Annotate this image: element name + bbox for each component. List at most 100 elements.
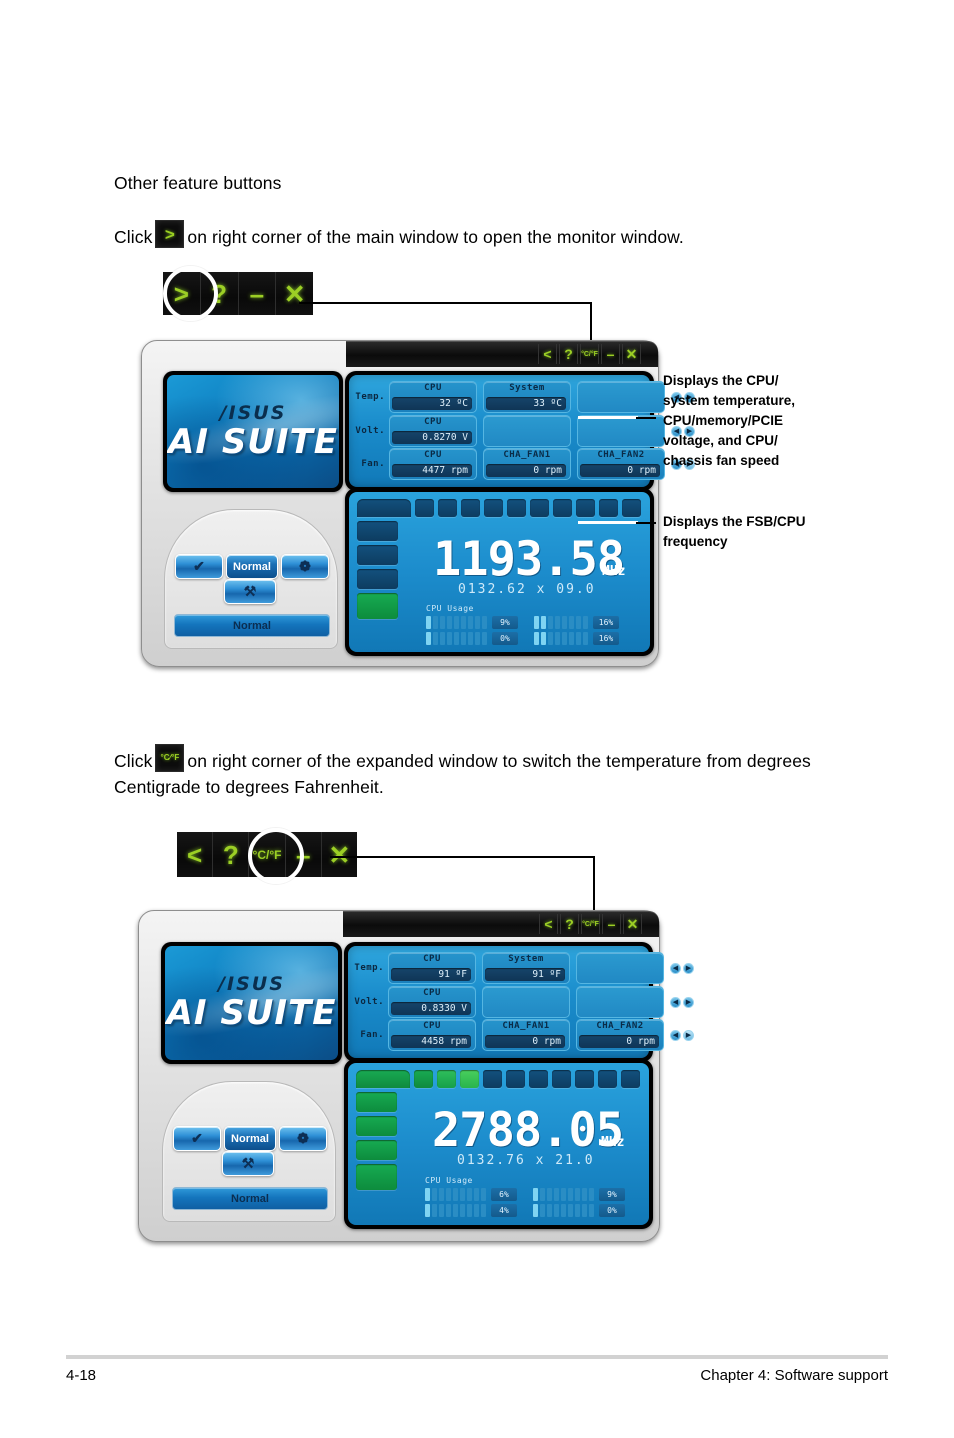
- volt-memory-cell[interactable]: [483, 415, 571, 447]
- ai-nap-button[interactable]: ✔: [173, 1126, 221, 1151]
- close-button[interactable]: ✕: [276, 272, 313, 315]
- volt-scroll-arrows[interactable]: ◀ ▶: [670, 996, 694, 1008]
- document-page: Other feature buttons Click > on right cor…: [0, 0, 954, 1438]
- usage-tick: [589, 1188, 594, 1201]
- collapse-button[interactable]: <: [539, 914, 558, 934]
- volt-pcie-cell[interactable]: [577, 415, 665, 447]
- chevron-left-icon[interactable]: ◀: [670, 1029, 681, 1041]
- help-button[interactable]: ?: [560, 914, 579, 934]
- q-fan-button[interactable]: ❁: [279, 1126, 327, 1151]
- collapse-button[interactable]: <: [538, 344, 557, 364]
- load-segment: [576, 499, 595, 517]
- callout-pointer-frequency: [578, 521, 638, 524]
- close-button[interactable]: ✕: [622, 344, 641, 364]
- fan-cha2-cell[interactable]: CHA_FAN2 0 rpm: [577, 448, 665, 480]
- volt-pcie-value: [580, 431, 660, 444]
- core3-usage-percent-1: 16%: [593, 632, 619, 645]
- usage-tick: [569, 632, 574, 645]
- load-segment: [621, 1070, 640, 1088]
- leader-line-horizontal-2: [330, 856, 595, 858]
- cpu-usage-title-1: CPU Usage: [426, 604, 474, 613]
- usage-tick: [460, 1188, 465, 1201]
- volt-cpu-value: 0.8330 V: [391, 1002, 471, 1015]
- volt-pcie-cell[interactable]: [576, 986, 664, 1018]
- monitor-row-temp: Temp. CPU 32 ºC System 33 ºC ◀ ▶: [351, 381, 695, 413]
- usage-tick: [474, 1204, 479, 1217]
- fan-cha2-cell[interactable]: CHA_FAN2 0 rpm: [576, 1019, 664, 1051]
- fan-cha1-cell[interactable]: CHA_FAN1 0 rpm: [482, 1019, 570, 1051]
- temp-unit-button[interactable]: °C/°F: [581, 914, 600, 934]
- ai-suite-logo-panel-1: /ISUS AI SUITE: [163, 371, 343, 492]
- usage-tick: [561, 1204, 566, 1217]
- close-button[interactable]: ✕: [623, 914, 642, 934]
- load-segment: [356, 1140, 397, 1160]
- chevron-right-icon[interactable]: ▶: [683, 1029, 694, 1041]
- ai-gear-button[interactable]: ⚒: [222, 1151, 274, 1176]
- footer-divider: [66, 1355, 888, 1359]
- ai-nap-button[interactable]: ✔: [175, 554, 223, 579]
- q-fan-button[interactable]: ❁: [281, 554, 329, 579]
- usage-tick: [453, 1204, 458, 1217]
- callout-line-frequency: [636, 522, 656, 524]
- chevron-left-icon[interactable]: ◀: [670, 962, 681, 974]
- temp-empty-cell[interactable]: [577, 381, 665, 413]
- load-segments-left-1: [357, 521, 398, 619]
- fan-scroll-arrows[interactable]: ◀ ▶: [670, 1029, 694, 1041]
- ai-overclock-button[interactable]: Normal: [224, 1126, 276, 1151]
- usage-tick: [440, 632, 445, 645]
- minimize-button[interactable]: –: [238, 272, 277, 315]
- core0-usage-bar-2: 6%: [425, 1188, 517, 1201]
- temp-unit-icon-glyph: °C⁄°F: [160, 753, 180, 762]
- usage-tick: [569, 616, 574, 629]
- volt-memory-value: [486, 431, 566, 444]
- chevron-left-icon[interactable]: ◀: [670, 996, 681, 1008]
- volt-cpu-cell[interactable]: CPU 0.8330 V: [388, 986, 476, 1018]
- fan-cpu-value: 4458 rpm: [391, 1035, 471, 1048]
- temp-unit-button[interactable]: °C/°F: [580, 344, 599, 364]
- help-button[interactable]: ?: [213, 832, 250, 877]
- usage-tick: [583, 616, 588, 629]
- volt-memory-cell[interactable]: [482, 986, 570, 1018]
- temp-empty-cell[interactable]: [576, 952, 664, 984]
- volt-cpu-cell[interactable]: CPU 0.8270 V: [389, 415, 477, 447]
- expand-icon[interactable]: >: [155, 220, 185, 248]
- volt-memory-value: [485, 1002, 565, 1015]
- temp-system-value: 91 ºF: [485, 968, 565, 981]
- ai-overclock-button[interactable]: Normal: [226, 554, 278, 579]
- temp-scroll-arrows[interactable]: ◀ ▶: [670, 962, 694, 974]
- temp-empty-value: [580, 397, 660, 410]
- cpu-usage-title-2: CPU Usage: [425, 1176, 473, 1185]
- temp-cpu-cell[interactable]: CPU 32 ºC: [389, 381, 477, 413]
- monitor-inner-1: Temp. CPU 32 ºC System 33 ºC ◀ ▶ Volt. C…: [349, 375, 695, 487]
- core0-usage-percent-1: 9%: [492, 616, 518, 629]
- frequency-panel-2: 2788.05 MHz 0132.76 x 21.0 CPU Usage 6%: [344, 1059, 653, 1229]
- load-segment: [622, 499, 641, 517]
- usage-tick: [426, 616, 431, 629]
- minimize-button[interactable]: –: [602, 914, 621, 934]
- expand-icon-glyph: >: [164, 224, 175, 244]
- chevron-right-icon[interactable]: ▶: [683, 996, 694, 1008]
- close-button[interactable]: ✕: [321, 832, 358, 877]
- fan-cpu-cell[interactable]: CPU 4458 rpm: [388, 1019, 476, 1051]
- minimize-button[interactable]: –: [601, 344, 620, 364]
- fan-cpu-cell[interactable]: CPU 4477 rpm: [389, 448, 477, 480]
- temp-system-cell[interactable]: System 33 ºC: [483, 381, 571, 413]
- frequency-value-2: 2788.05: [432, 1103, 624, 1158]
- usage-tick: [589, 1204, 594, 1217]
- fan-cha1-cell[interactable]: CHA_FAN1 0 rpm: [483, 448, 571, 480]
- ai-suite-product-text: AI SUITE: [168, 421, 338, 462]
- ai-gear-button[interactable]: ⚒: [224, 579, 276, 604]
- load-segment: [356, 1116, 397, 1136]
- monitor-row-fan: Fan. CPU 4458 rpm CHA_FAN1 0 rpm CHA_FAN…: [350, 1019, 694, 1051]
- leader-line-vertical-2: [593, 856, 595, 918]
- temp-cpu-cell[interactable]: CPU 91 ºF: [388, 952, 476, 984]
- collapse-button[interactable]: <: [177, 832, 214, 877]
- help-button[interactable]: ?: [559, 344, 578, 364]
- temp-unit-icon[interactable]: °C⁄°F: [155, 744, 185, 772]
- temp-system-cell[interactable]: System 91 ºF: [482, 952, 570, 984]
- frequency-unit-2: MHz: [601, 1135, 625, 1150]
- load-segment: [357, 545, 398, 565]
- instruction-1-pre: Click: [114, 227, 153, 247]
- chevron-right-icon[interactable]: ▶: [683, 962, 694, 974]
- control-button-row-2: ⚒: [222, 1151, 274, 1176]
